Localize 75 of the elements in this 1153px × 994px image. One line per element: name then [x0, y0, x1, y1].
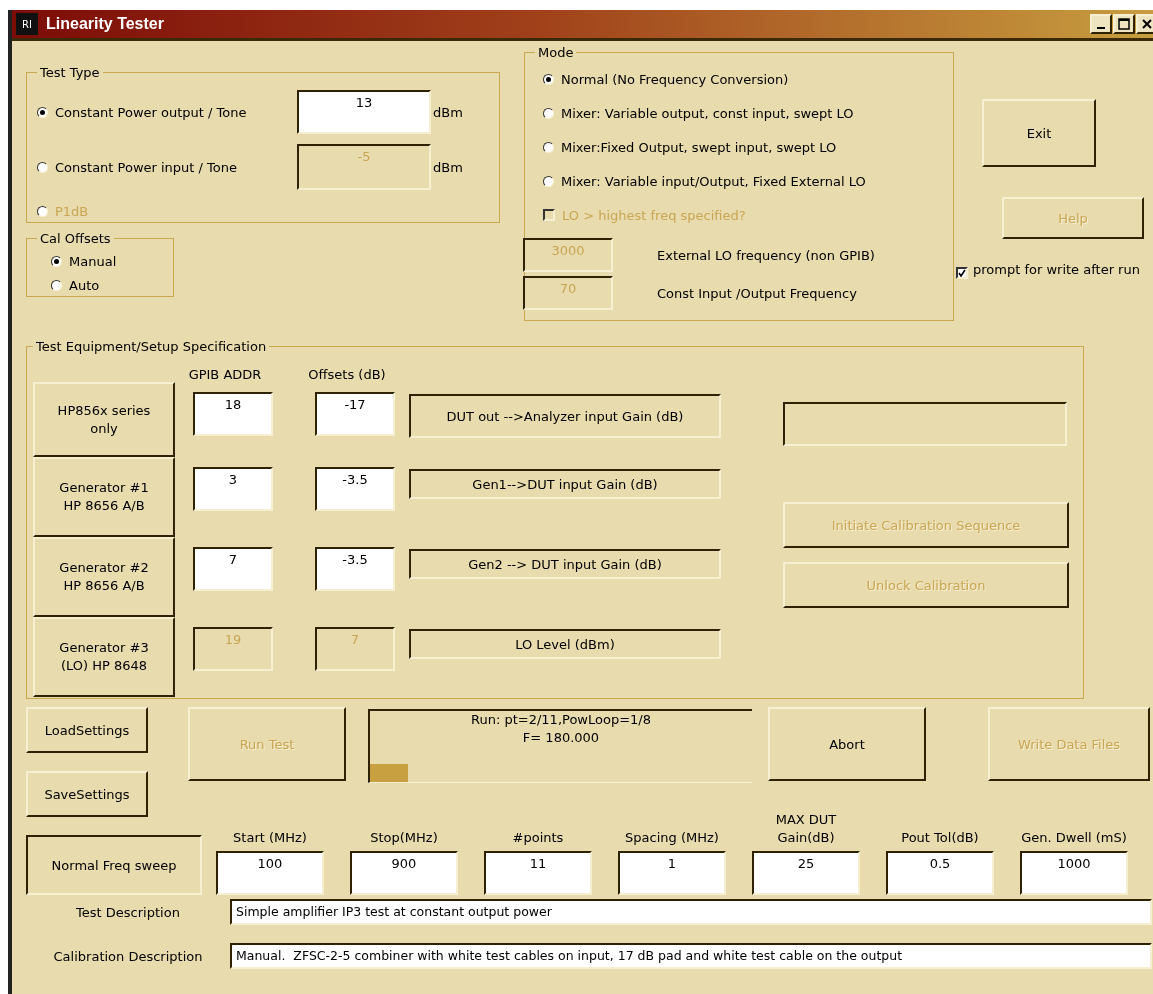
app-icon: RI: [16, 13, 38, 35]
sweep-field[interactable]: 100: [216, 851, 324, 895]
maximize-button[interactable]: [1113, 14, 1135, 34]
group-title: Test Equipment/Setup Specification: [35, 339, 268, 354]
sweep-field[interactable]: 1000: [1020, 851, 1128, 895]
option-label[interactable]: Manual: [69, 253, 117, 269]
option-label[interactable]: Auto: [69, 277, 100, 293]
settings-button[interactable]: LoadSettings: [26, 707, 148, 753]
radio-button[interactable]: [543, 73, 554, 85]
sweep-field[interactable]: 11: [484, 851, 592, 895]
minimize-button[interactable]: [1090, 14, 1112, 34]
sweep-mode-label: Normal Freq sweep: [26, 835, 202, 895]
minimize-icon: [1097, 27, 1105, 29]
checkbox-label[interactable]: prompt for write after run: [973, 261, 1140, 278]
option-label[interactable]: Mixer: Variable output, const input, swept LO: [561, 105, 854, 121]
option-label[interactable]: Mixer: Variable input/Output, Fixed External LO: [561, 173, 866, 189]
gpib-address-field[interactable]: 3: [193, 467, 273, 511]
checkbox[interactable]: [956, 267, 968, 279]
option-label[interactable]: Normal (No Frequency Conversion): [561, 71, 789, 87]
gain-label: DUT out -->Analyzer input Gain (dB): [409, 394, 721, 438]
exit-button[interactable]: Exit: [982, 99, 1096, 167]
field-label: Start (MHz): [232, 829, 308, 847]
maximize-icon: [1118, 18, 1130, 30]
value-field[interactable]: 13: [297, 90, 431, 134]
unit-label: dBm: [433, 104, 464, 120]
field-label: Const Input /Output Frequency: [657, 285, 857, 301]
gpib-address-field[interactable]: 7: [193, 547, 273, 591]
group-title: Test Type: [39, 65, 101, 80]
gain-label: Gen2 --> DUT input Gain (dB): [409, 549, 721, 579]
radio-button[interactable]: [543, 175, 554, 187]
field-label: #points: [511, 829, 565, 847]
option-label[interactable]: Constant Power output / Tone: [55, 104, 247, 120]
sweep-field[interactable]: 900: [350, 851, 458, 895]
offset-field[interactable]: -17: [315, 392, 395, 436]
offset-field[interactable]: -3.5: [315, 467, 395, 511]
close-button[interactable]: [1136, 14, 1153, 34]
field-label: Pout Tol(dB): [900, 829, 980, 847]
radio-button[interactable]: [543, 107, 554, 119]
field-label: MAX DUT Gain(dB): [774, 811, 838, 847]
gain-label: Gen1-->DUT input Gain (dB): [409, 469, 721, 499]
field-label: Stop(MHz): [369, 829, 439, 847]
field-label: Spacing (MHz): [624, 829, 720, 847]
radio-button[interactable]: [51, 279, 62, 291]
column-header: Offsets (dB): [307, 367, 387, 382]
description-field[interactable]: Manual. ZFSC-2-5 combiner with white test cables on input, 17 dB pad and white test cable on the output: [230, 943, 1152, 969]
radio-button[interactable]: [37, 161, 48, 173]
window-title: Linearity Tester: [46, 15, 165, 33]
sweep-field[interactable]: 25: [752, 851, 860, 895]
progress-text: Run: pt=2/11,PowLoop=1/8: [470, 711, 652, 729]
option-label[interactable]: Constant Power input / Tone: [55, 159, 238, 175]
settings-button[interactable]: SaveSettings: [26, 771, 148, 817]
sweep-field[interactable]: 1: [618, 851, 726, 895]
group-title: Mode: [537, 45, 575, 60]
offset-field[interactable]: -3.5: [315, 547, 395, 591]
description-label: Test Description: [75, 904, 181, 920]
unit-label: dBm: [433, 159, 464, 175]
abort-button[interactable]: Abort: [768, 707, 926, 781]
description-label: Calibration Description: [52, 948, 204, 964]
device-button[interactable]: Generator #2 HP 8656 A/B: [33, 537, 175, 617]
field-label: Gen. Dwell (mS): [1020, 829, 1128, 847]
gain-label: LO Level (dBm): [409, 629, 721, 659]
progress-text: F= 180.000: [521, 729, 601, 747]
radio-button[interactable]: [543, 141, 554, 153]
gpib-address-field[interactable]: 18: [193, 392, 273, 436]
device-button[interactable]: HP856x series only: [33, 382, 175, 457]
field-label: External LO frequency (non GPIB): [657, 247, 875, 263]
radio-button[interactable]: [37, 106, 48, 118]
column-header: GPIB ADDR: [187, 367, 263, 382]
close-icon: [1142, 19, 1152, 29]
description-field[interactable]: Simple amplifier IP3 test at constant output power: [230, 899, 1152, 925]
option-label[interactable]: Mixer:Fixed Output, swept input, swept LO: [561, 139, 837, 155]
sweep-field[interactable]: 0.5: [886, 851, 994, 895]
device-button[interactable]: Generator #1 HP 8656 A/B: [33, 457, 175, 537]
group-title: Cal Offsets: [39, 231, 112, 246]
radio-button[interactable]: [51, 255, 62, 267]
